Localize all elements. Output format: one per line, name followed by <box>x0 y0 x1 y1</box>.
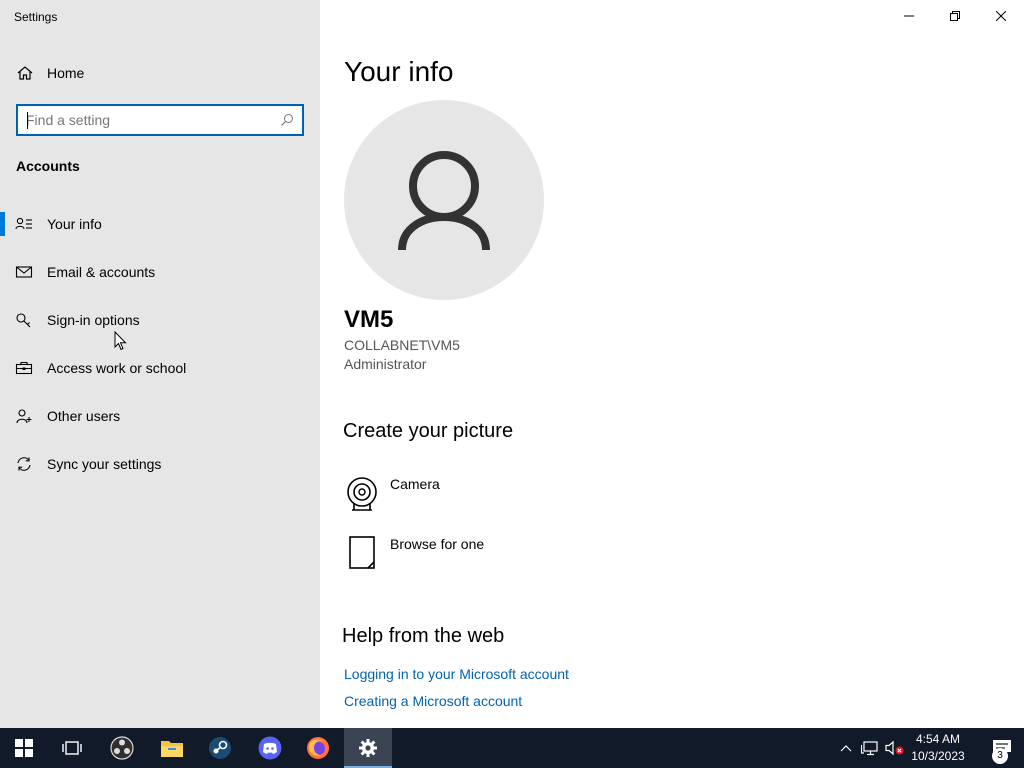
task-view-icon <box>62 741 82 755</box>
section-title: Accounts <box>16 158 80 174</box>
mail-icon <box>15 266 33 278</box>
minimize-button[interactable] <box>886 0 932 32</box>
help-link-creating-account[interactable]: Creating a Microsoft account <box>344 693 522 709</box>
taskbar-file-explorer[interactable] <box>148 728 196 768</box>
person-icon <box>398 151 490 251</box>
close-button[interactable] <box>978 0 1024 32</box>
clock-date: 10/3/2023 <box>911 749 965 763</box>
start-button[interactable] <box>0 728 48 768</box>
taskbar-firefox[interactable] <box>294 728 342 768</box>
browse-option[interactable]: Browse for one <box>344 536 584 576</box>
create-picture-title: Create your picture <box>343 420 514 442</box>
sidebar-item-label: Email & accounts <box>47 264 156 280</box>
camera-icon <box>347 477 377 511</box>
taskbar-discord[interactable] <box>246 728 294 768</box>
search-input[interactable] <box>26 110 274 130</box>
user-domain: COLLABNET\VM5 <box>344 337 460 353</box>
person-list-icon <box>15 217 32 230</box>
sidebar-item-label: Your info <box>47 216 102 232</box>
sync-icon <box>17 457 31 471</box>
text-caret <box>27 112 28 129</box>
sidebar-item-email-accounts[interactable]: Email & accounts <box>0 252 320 292</box>
restore-icon <box>950 11 960 21</box>
home-icon <box>17 66 33 80</box>
taskbar-steam[interactable] <box>196 728 244 768</box>
home-label: Home <box>47 65 85 81</box>
user-role: Administrator <box>344 356 427 372</box>
notification-count-badge: 3 <box>992 748 1008 764</box>
taskbar: 4:54 AM 10/3/2023 3 <box>0 728 1024 768</box>
sidebar-item-access-work-school[interactable]: Access work or school <box>0 348 320 388</box>
help-link-logging-in[interactable]: Logging in to your Microsoft account <box>344 666 569 682</box>
taskbar-clock[interactable]: 4:54 AM 10/3/2023 <box>906 731 970 765</box>
sidebar-item-your-info[interactable]: Your info <box>0 204 320 244</box>
user-name: VM5 <box>344 306 394 333</box>
sidebar-item-label: Sync your settings <box>47 456 162 472</box>
obs-icon <box>110 736 134 760</box>
briefcase-icon <box>15 361 33 375</box>
home-button[interactable]: Home <box>0 58 320 88</box>
close-icon <box>996 11 1006 21</box>
key-icon <box>16 313 31 328</box>
person-add-icon <box>16 409 32 424</box>
firefox-icon <box>307 737 329 759</box>
window-controls <box>886 0 1024 32</box>
document-icon <box>349 536 375 569</box>
sidebar-item-sync-settings[interactable]: Sync your settings <box>0 444 320 484</box>
sidebar: Settings Home Accounts Your info Email &… <box>0 0 320 728</box>
app-title: Settings <box>14 10 58 24</box>
sidebar-item-other-users[interactable]: Other users <box>0 396 320 436</box>
discord-icon <box>258 736 282 760</box>
mouse-cursor-icon <box>114 331 127 351</box>
network-tray-icon[interactable] <box>860 738 880 758</box>
show-hidden-icons-button[interactable] <box>836 738 856 758</box>
sidebar-item-sign-in-options[interactable]: Sign-in options <box>0 300 320 340</box>
search-box[interactable] <box>16 104 304 136</box>
help-title: Help from the web <box>342 625 505 647</box>
task-view-button[interactable] <box>48 728 96 768</box>
gear-icon <box>359 739 377 757</box>
page-title: Your info <box>344 56 454 87</box>
minimize-icon <box>904 15 914 17</box>
volume-muted-icon <box>885 740 904 756</box>
camera-option[interactable]: Camera <box>344 476 584 516</box>
taskbar-settings[interactable] <box>344 728 392 768</box>
steam-icon <box>209 737 231 759</box>
sidebar-item-label: Sign-in options <box>47 312 140 328</box>
volume-tray-icon[interactable] <box>885 738 905 758</box>
restore-button[interactable] <box>932 0 978 32</box>
sidebar-item-label: Other users <box>47 408 121 424</box>
taskbar-obs[interactable] <box>98 728 146 768</box>
windows-logo-icon <box>15 739 33 757</box>
clock-time: 4:54 AM <box>915 732 961 746</box>
main-content: Your info VM5 COLLABNET\VM5 Administrato… <box>320 0 1024 728</box>
folder-icon <box>161 741 183 757</box>
search-icon[interactable] <box>280 113 294 127</box>
chevron-up-icon <box>840 745 852 752</box>
camera-label: Camera <box>390 476 440 492</box>
sidebar-item-label: Access work or school <box>47 360 187 376</box>
avatar[interactable] <box>344 100 544 300</box>
browse-label: Browse for one <box>390 536 485 552</box>
network-icon <box>861 741 878 756</box>
